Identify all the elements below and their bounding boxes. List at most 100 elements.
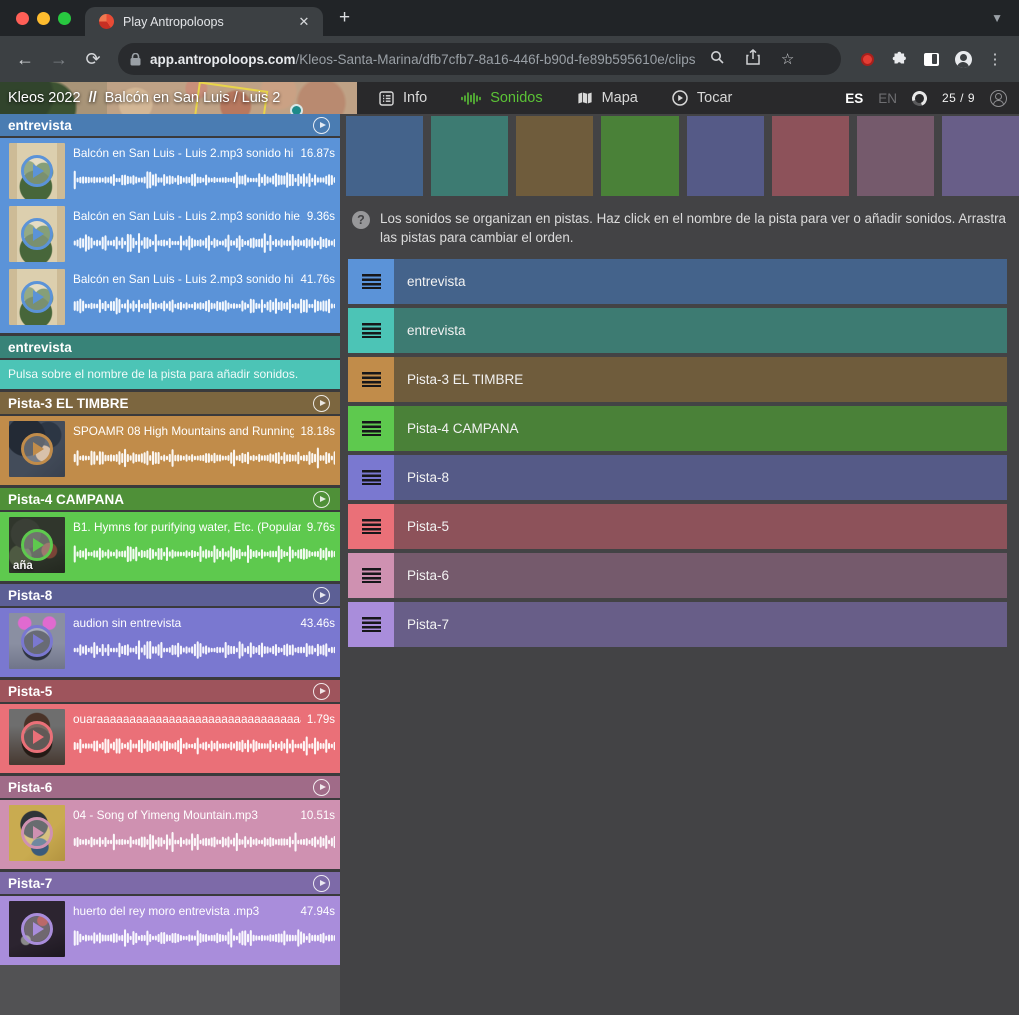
tab-info[interactable]: Info: [379, 90, 427, 106]
track-row-label[interactable]: Pista-8: [394, 455, 1007, 500]
tab-search-chevron-icon[interactable]: ▼: [991, 11, 1003, 25]
track-play-icon[interactable]: [313, 587, 330, 604]
drag-handle[interactable]: [348, 602, 394, 647]
clip-play-icon[interactable]: [21, 721, 53, 753]
track-row-pista-3[interactable]: Pista-3 EL TIMBRE: [348, 357, 1007, 402]
clip-waveform[interactable]: [73, 927, 335, 949]
clip-play-icon[interactable]: [21, 218, 53, 250]
track-play-icon[interactable]: [313, 683, 330, 700]
drag-handle[interactable]: [348, 259, 394, 304]
clip-waveform[interactable]: [73, 639, 335, 661]
clip[interactable]: 04 - Song of Yimeng Mountain.mp310.51s: [0, 802, 340, 865]
track-row-pista-5[interactable]: Pista-5: [348, 504, 1007, 549]
clip-waveform[interactable]: [73, 295, 335, 317]
browser-tab[interactable]: Play Antropoloops ✕: [85, 7, 323, 36]
track-row-pista-7[interactable]: Pista-7: [348, 602, 1007, 647]
reload-button[interactable]: ⟳: [78, 44, 108, 74]
clip-thumbnail[interactable]: [9, 613, 65, 669]
clip-thumbnail[interactable]: [9, 805, 65, 861]
new-tab-button[interactable]: +: [339, 7, 350, 29]
clip-waveform[interactable]: [73, 831, 335, 853]
tab-sonidos[interactable]: Sonidos: [461, 90, 542, 106]
address-bar[interactable]: app.antropoloops.com/Kleos-Santa-Marina/…: [118, 43, 841, 75]
drag-handle[interactable]: [348, 504, 394, 549]
clip-play-icon[interactable]: [21, 433, 53, 465]
drag-handle[interactable]: [348, 455, 394, 500]
tab-close-icon[interactable]: ✕: [295, 13, 313, 31]
clip[interactable]: SPOAMR 08 High Mountains and Running ...…: [0, 418, 340, 481]
clip-waveform[interactable]: [73, 543, 335, 565]
clip[interactable]: huerto del rey moro entrevista .mp347.94…: [0, 898, 340, 961]
share-icon[interactable]: [740, 49, 766, 69]
minimize-window-button[interactable]: [37, 12, 50, 25]
close-window-button[interactable]: [16, 12, 29, 25]
clip-thumbnail[interactable]: [9, 901, 65, 957]
lang-es-button[interactable]: ES: [845, 91, 863, 106]
lang-en-button[interactable]: EN: [878, 91, 897, 106]
track-play-icon[interactable]: [313, 779, 330, 796]
fullscreen-window-button[interactable]: [58, 12, 71, 25]
track-header[interactable]: entrevista: [0, 114, 340, 136]
tab-tocar[interactable]: Tocar: [672, 90, 732, 106]
track-play-icon[interactable]: [313, 875, 330, 892]
clip-thumbnail[interactable]: [9, 143, 65, 199]
tab-mapa[interactable]: Mapa: [577, 90, 638, 106]
clip-waveform[interactable]: [73, 735, 335, 757]
clip-play-icon[interactable]: [21, 625, 53, 657]
clip[interactable]: Balcón en San Luis - Luis 2.mp3 sonido h…: [0, 140, 340, 203]
track-row-entrevista-2[interactable]: entrevista: [348, 308, 1007, 353]
clip[interactable]: Balcón en San Luis - Luis 2.mp3 sonido h…: [0, 203, 340, 266]
clip[interactable]: Balcón en San Luis - Luis 2.mp3 sonido h…: [0, 266, 340, 329]
track-header[interactable]: Pista-6: [0, 776, 340, 798]
track-row-pista-4[interactable]: Pista-4 CAMPANA: [348, 406, 1007, 451]
track-header[interactable]: Pista-5: [0, 680, 340, 702]
track-header[interactable]: Pista-4 CAMPANA: [0, 488, 340, 510]
track-play-icon[interactable]: [313, 117, 330, 134]
clip[interactable]: audion sin entrevista43.46s: [0, 610, 340, 673]
track-row-label[interactable]: entrevista: [394, 308, 1007, 353]
track-row-label[interactable]: Pista-3 EL TIMBRE: [394, 357, 1007, 402]
track-row-pista-6[interactable]: Pista-6: [348, 553, 1007, 598]
clip-thumbnail[interactable]: aña: [9, 517, 65, 573]
track-row-label[interactable]: Pista-7: [394, 602, 1007, 647]
clip-thumbnail[interactable]: [9, 206, 65, 262]
account-icon[interactable]: [990, 90, 1007, 107]
clip-play-icon[interactable]: [21, 155, 53, 187]
record-extension-icon[interactable]: [853, 45, 881, 73]
clip-play-icon[interactable]: [21, 529, 53, 561]
extensions-puzzle-icon[interactable]: [885, 45, 913, 73]
clip-waveform[interactable]: [73, 447, 335, 469]
clip-play-icon[interactable]: [21, 817, 53, 849]
track-row-pista-8[interactable]: Pista-8: [348, 455, 1007, 500]
track-row-label[interactable]: entrevista: [394, 259, 1007, 304]
zoom-page-icon[interactable]: [705, 50, 731, 69]
side-panel-icon[interactable]: [917, 45, 945, 73]
clip-waveform[interactable]: [73, 169, 335, 191]
forward-button[interactable]: →: [44, 44, 74, 74]
drag-handle[interactable]: [348, 553, 394, 598]
track-header[interactable]: entrevista: [0, 336, 340, 358]
clip-waveform[interactable]: [73, 232, 335, 254]
clip-thumbnail[interactable]: [9, 709, 65, 765]
back-button[interactable]: ←: [10, 44, 40, 74]
clip-thumbnail[interactable]: [9, 421, 65, 477]
clip[interactable]: aña B1. Hymns for purifying water, Etc. …: [0, 514, 340, 577]
profile-avatar-icon[interactable]: [949, 45, 977, 73]
drag-handle[interactable]: [348, 308, 394, 353]
clip-thumbnail[interactable]: [9, 269, 65, 325]
track-play-icon[interactable]: [313, 395, 330, 412]
track-header[interactable]: Pista-3 EL TIMBRE: [0, 392, 340, 414]
track-row-entrevista-1[interactable]: entrevista: [348, 259, 1007, 304]
browser-menu-icon[interactable]: ⋮: [981, 45, 1009, 73]
clip-play-icon[interactable]: [21, 281, 53, 313]
bookmark-star-icon[interactable]: ☆: [775, 50, 801, 68]
drag-handle[interactable]: [348, 357, 394, 402]
track-row-label[interactable]: Pista-4 CAMPANA: [394, 406, 1007, 451]
track-play-icon[interactable]: [313, 491, 330, 508]
track-header[interactable]: Pista-7: [0, 872, 340, 894]
track-row-label[interactable]: Pista-6: [394, 553, 1007, 598]
track-header[interactable]: Pista-8: [0, 584, 340, 606]
clip-play-icon[interactable]: [21, 913, 53, 945]
track-row-label[interactable]: Pista-5: [394, 504, 1007, 549]
drag-handle[interactable]: [348, 406, 394, 451]
